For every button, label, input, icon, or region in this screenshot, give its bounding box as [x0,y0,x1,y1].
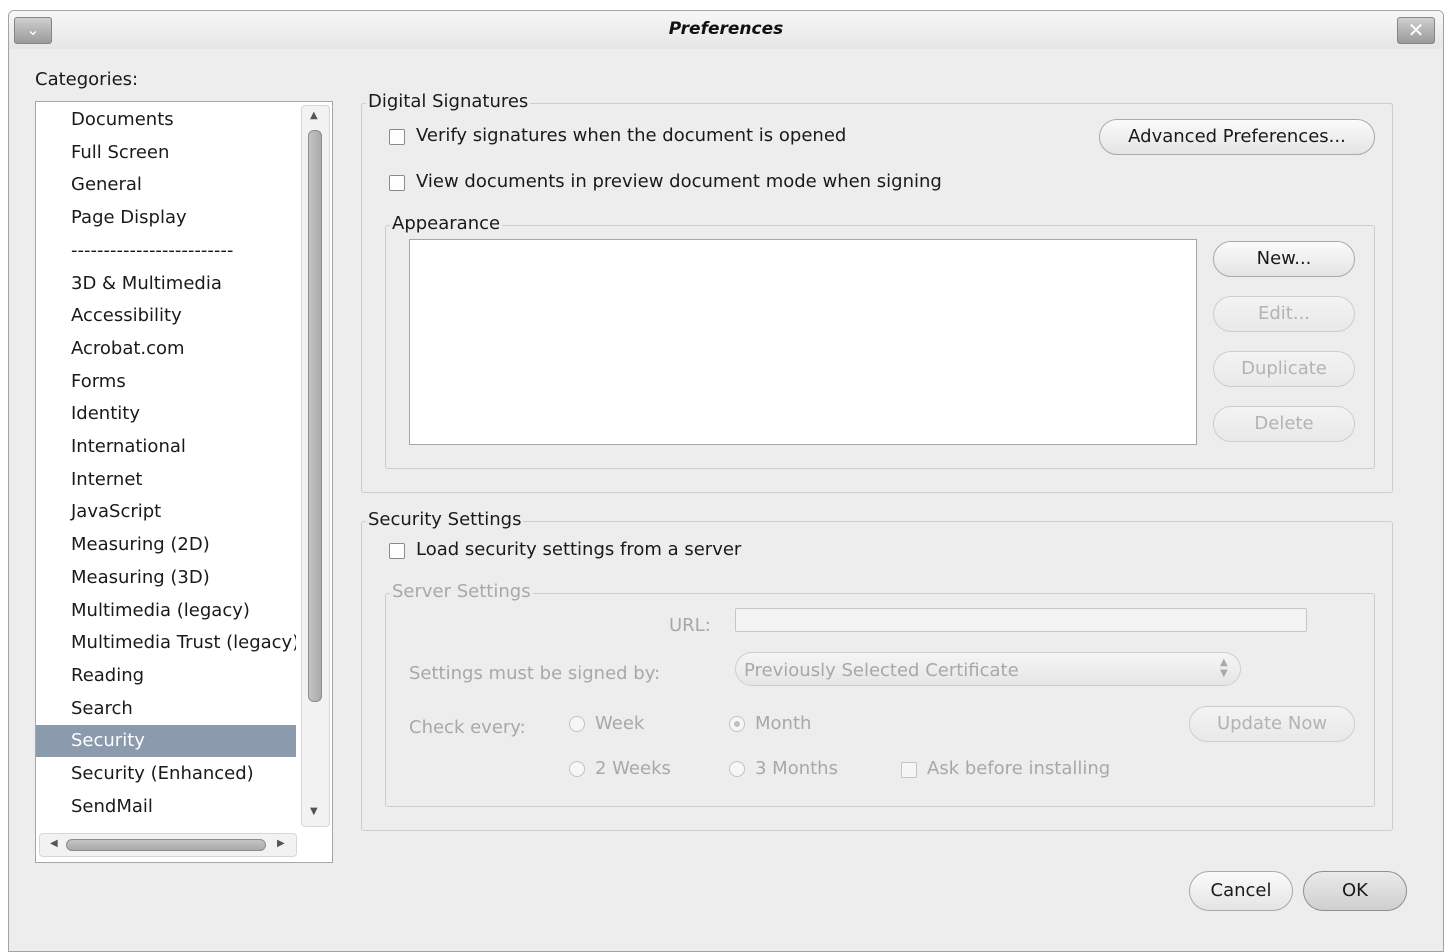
category-item[interactable]: SendMail [36,791,296,823]
preview-mode-label[interactable]: View documents in preview document mode … [416,171,942,192]
preview-mode-checkbox[interactable] [389,175,405,191]
cancel-button[interactable]: Cancel [1189,871,1293,911]
category-item[interactable]: Reading [36,660,296,692]
category-item[interactable]: Identity [36,398,296,430]
appearance-title: Appearance [390,213,503,234]
categories-items: Documents Full Screen General Page Display -… [36,102,296,832]
server-settings-title: Server Settings [390,581,533,602]
digital-signatures-title: Digital Signatures [366,91,531,112]
signed-by-label: Settings must be signed by: [409,663,661,684]
scroll-up-icon[interactable]: ▲ [310,110,318,121]
category-item[interactable]: Security [36,725,296,758]
delete-appearance-button[interactable]: Delete [1213,406,1355,442]
category-item[interactable]: Internet [36,464,296,496]
advanced-preferences-button[interactable]: Advanced Preferences... [1099,119,1375,155]
category-item[interactable]: JavaScript [36,496,296,528]
load-security-settings-label[interactable]: Load security settings from a server [416,539,741,560]
two-weeks-radio[interactable] [569,761,585,777]
preferences-dialog: ⌄ Preferences ✕ Categories: Documents Ful… [8,10,1444,952]
vertical-scrollbar[interactable]: ▲ ▼ [301,105,330,827]
url-input[interactable] [735,608,1307,632]
category-item[interactable]: General [36,169,296,201]
ok-button[interactable]: OK [1303,871,1407,911]
signed-by-select[interactable]: Previously Selected Certificate ▲ ▼ [735,652,1241,686]
title-bar: ⌄ Preferences ✕ [9,11,1443,49]
duplicate-appearance-button[interactable]: Duplicate [1213,351,1355,387]
horizontal-scrollbar[interactable]: ◀ ▶ [39,833,297,857]
url-label: URL: [669,615,711,636]
category-item[interactable]: Search [36,693,296,725]
category-item[interactable]: Multimedia Trust (legacy) [36,627,296,659]
security-settings-title: Security Settings [366,509,524,530]
week-radio[interactable] [569,716,585,732]
vertical-scroll-thumb[interactable] [308,130,322,702]
ask-before-installing-label[interactable]: Ask before installing [927,758,1110,779]
two-weeks-label[interactable]: 2 Weeks [595,758,671,779]
ask-before-installing-checkbox[interactable] [901,762,917,778]
category-item[interactable]: Measuring (3D) [36,562,296,594]
category-item[interactable]: Measuring (2D) [36,529,296,561]
verify-signatures-checkbox[interactable] [389,129,405,145]
category-item[interactable]: International [36,431,296,463]
dialog-title: Preferences [668,19,784,39]
edit-appearance-button[interactable]: Edit... [1213,296,1355,332]
signed-by-value: Previously Selected Certificate [744,660,1019,681]
new-appearance-button[interactable]: New... [1213,241,1355,277]
month-label[interactable]: Month [755,713,811,734]
check-every-label: Check every: [409,717,526,738]
category-item[interactable]: Forms [36,366,296,398]
category-item[interactable]: Page Display [36,202,296,234]
scroll-left-icon[interactable]: ◀ [50,838,58,849]
categories-label: Categories: [35,69,139,90]
scroll-down-icon[interactable]: ▼ [310,806,318,817]
categories-list[interactable]: Documents Full Screen General Page Display -… [35,101,333,863]
load-security-settings-checkbox[interactable] [389,543,405,559]
category-item[interactable]: Security (Enhanced) [36,758,296,790]
three-months-radio[interactable] [729,761,745,777]
category-item[interactable]: Accessibility [36,300,296,332]
verify-signatures-label[interactable]: Verify signatures when the document is o… [416,125,846,146]
category-item[interactable]: Multimedia (legacy) [36,595,296,627]
appearance-list[interactable] [409,239,1197,445]
category-item[interactable]: 3D & Multimedia [36,268,296,300]
three-months-label[interactable]: 3 Months [755,758,838,779]
category-item[interactable]: Documents [36,104,296,136]
close-icon[interactable]: ✕ [1397,17,1435,44]
month-radio[interactable] [729,716,745,732]
horizontal-scroll-thumb[interactable] [66,839,266,851]
category-item[interactable]: Acrobat.com [36,333,296,365]
scroll-right-icon[interactable]: ▶ [277,838,285,849]
category-item[interactable]: Full Screen [36,137,296,169]
category-item[interactable]: ------------------------- [36,235,296,267]
week-label[interactable]: Week [595,713,644,734]
select-arrows-icon: ▲ ▼ [1220,657,1228,679]
update-now-button[interactable]: Update Now [1189,706,1355,742]
